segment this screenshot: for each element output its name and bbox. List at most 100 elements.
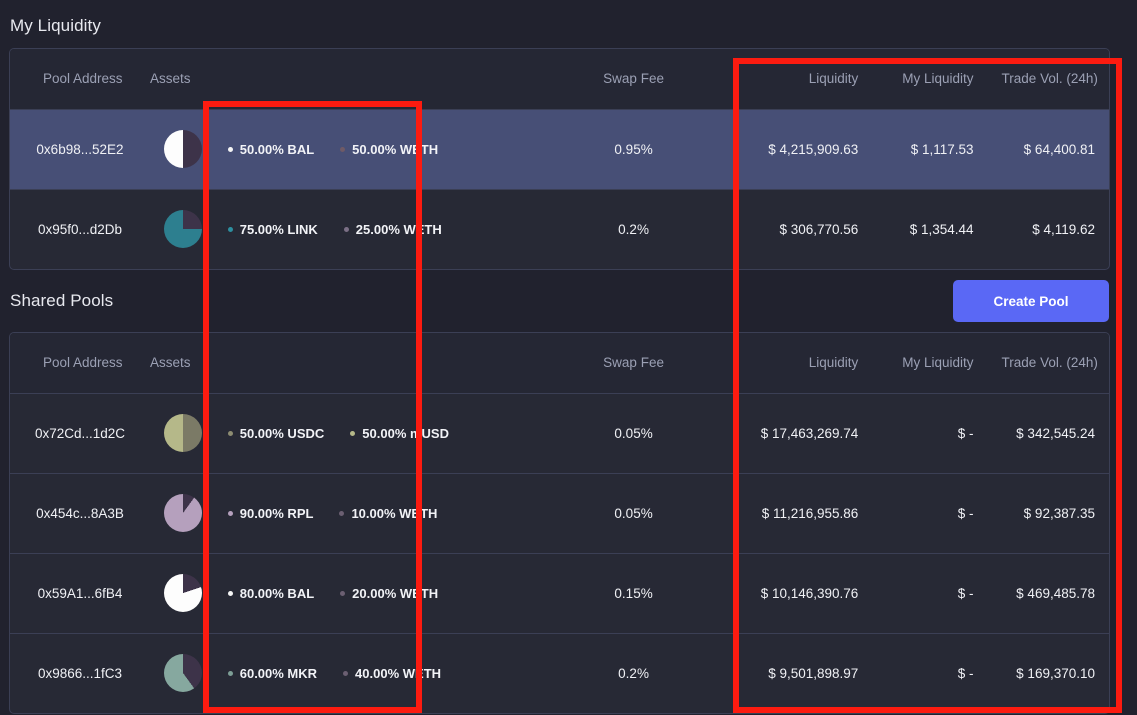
asset-color-dot-icon [228, 511, 233, 516]
asset-color-dot-icon [350, 431, 355, 436]
asset-color-dot-icon [228, 431, 233, 436]
asset-weight-list: 50.00% USDC 50.00% mUSD [228, 426, 523, 441]
cell-assets-pie [150, 109, 214, 189]
cell-liquidity: $ 11,216,955.86 [730, 473, 872, 553]
cell-liquidity: $ 17,463,269.74 [730, 393, 872, 473]
asset-color-dot-icon [228, 147, 233, 152]
create-pool-button[interactable]: Create Pool [953, 280, 1109, 322]
table-header-row: Pool Address Assets Swap Fee Liquidity M… [10, 49, 1109, 109]
cell-trade-volume: $ 64,400.81 [988, 109, 1109, 189]
cell-asset-weights: 50.00% USDC 50.00% mUSD [214, 393, 537, 473]
asset-weight-list: 75.00% LINK 25.00% WETH [228, 222, 523, 237]
shared-pools-title: Shared Pools [0, 291, 113, 311]
pie-chart-icon [164, 414, 202, 452]
cell-my-liquidity: $ - [872, 633, 987, 713]
column-header-weights [214, 333, 537, 393]
cell-pool-address[interactable]: 0x454c...8A3B [10, 473, 150, 553]
column-header-swap-fee[interactable]: Swap Fee [537, 333, 730, 393]
cell-swap-fee: 0.05% [537, 473, 730, 553]
table-row[interactable]: 0x454c...8A3B90.00% RPL10.00% WETH0.05%$… [10, 473, 1109, 553]
cell-swap-fee: 0.95% [537, 109, 730, 189]
asset-weight-item: 50.00% USDC [228, 426, 325, 441]
cell-trade-volume: $ 469,485.78 [988, 553, 1109, 633]
cell-pool-address[interactable]: 0x59A1...6fB4 [10, 553, 150, 633]
column-header-my-liquidity[interactable]: My Liquidity [872, 333, 987, 393]
cell-swap-fee: 0.2% [537, 189, 730, 269]
column-header-liquidity[interactable]: Liquidity [730, 49, 872, 109]
asset-weight-list: 90.00% RPL 10.00% WETH [228, 506, 523, 521]
cell-liquidity: $ 9,501,898.97 [730, 633, 872, 713]
shared-pools-table-body: 0x72Cd...1d2C 50.00% USDC 50.00% mUSD 0.05%… [10, 393, 1109, 713]
column-header-pool-address[interactable]: Pool Address [10, 49, 150, 109]
asset-weight-label: 50.00% BAL [240, 142, 314, 157]
my-liquidity-table: Pool Address Assets Swap Fee Liquidity M… [10, 49, 1109, 269]
asset-color-dot-icon [340, 147, 345, 152]
cell-assets-pie [150, 393, 214, 473]
cell-pool-address[interactable]: 0x72Cd...1d2C [10, 393, 150, 473]
cell-pool-address[interactable]: 0x9866...1fC3 [10, 633, 150, 713]
asset-weight-list: 50.00% BAL 50.00% WETH [228, 142, 523, 157]
asset-weight-label: 50.00% WETH [352, 142, 438, 157]
cell-asset-weights: 90.00% RPL 10.00% WETH [214, 473, 537, 553]
asset-weight-label: 40.00% WETH [355, 666, 441, 681]
table-row[interactable]: 0x95f0...d2Db75.00% LINK25.00% WETH0.2%$… [10, 189, 1109, 269]
pie-chart-icon [164, 654, 202, 692]
asset-weight-item: 25.00% WETH [344, 222, 442, 237]
asset-color-dot-icon [228, 671, 233, 676]
pie-chart-icon [164, 574, 202, 612]
column-header-liquidity[interactable]: Liquidity [730, 333, 872, 393]
cell-my-liquidity: $ - [872, 553, 987, 633]
column-header-my-liquidity[interactable]: My Liquidity [872, 49, 987, 109]
asset-weight-item: 50.00% BAL [228, 142, 314, 157]
cell-trade-volume: $ 4,119.62 [988, 189, 1109, 269]
cell-assets-pie [150, 189, 214, 269]
cell-pool-address[interactable]: 0x6b98...52E2 [10, 109, 150, 189]
cell-assets-pie [150, 633, 214, 713]
column-header-swap-fee[interactable]: Swap Fee [537, 49, 730, 109]
asset-weight-label: 80.00% BAL [240, 586, 314, 601]
asset-weight-label: 60.00% MKR [240, 666, 317, 681]
my-liquidity-table-card: Pool Address Assets Swap Fee Liquidity M… [9, 48, 1110, 270]
shared-pools-table-head: Pool Address Assets Swap Fee Liquidity M… [10, 333, 1109, 393]
my-liquidity-table-body: 0x6b98...52E250.00% BAL50.00% WETH0.95%$… [10, 109, 1109, 269]
table-row[interactable]: 0x72Cd...1d2C50.00% USDC50.00% mUSD0.05%… [10, 393, 1109, 473]
cell-my-liquidity: $ 1,117.53 [872, 109, 987, 189]
column-header-assets[interactable]: Assets [150, 49, 214, 109]
my-liquidity-table-head: Pool Address Assets Swap Fee Liquidity M… [10, 49, 1109, 109]
asset-color-dot-icon [344, 227, 349, 232]
asset-weight-label: 20.00% WETH [352, 586, 438, 601]
column-header-weights [214, 49, 537, 109]
asset-weight-item: 20.00% WETH [340, 586, 438, 601]
table-row[interactable]: 0x9866...1fC360.00% MKR40.00% WETH0.2%$ … [10, 633, 1109, 713]
asset-weight-item: 40.00% WETH [343, 666, 441, 681]
cell-liquidity: $ 306,770.56 [730, 189, 872, 269]
asset-weight-list: 60.00% MKR 40.00% WETH [228, 666, 523, 681]
cell-my-liquidity: $ - [872, 473, 987, 553]
asset-color-dot-icon [339, 511, 344, 516]
cell-trade-volume: $ 342,545.24 [988, 393, 1109, 473]
cell-liquidity: $ 10,146,390.76 [730, 553, 872, 633]
asset-weight-label: 10.00% WETH [351, 506, 437, 521]
cell-liquidity: $ 4,215,909.63 [730, 109, 872, 189]
shared-pools-table-card: Pool Address Assets Swap Fee Liquidity M… [9, 332, 1110, 714]
asset-weight-item: 80.00% BAL [228, 586, 314, 601]
table-header-row: Pool Address Assets Swap Fee Liquidity M… [10, 333, 1109, 393]
asset-weight-label: 75.00% LINK [240, 222, 318, 237]
column-header-pool-address[interactable]: Pool Address [10, 333, 150, 393]
asset-weight-item: 75.00% LINK [228, 222, 318, 237]
column-header-assets[interactable]: Assets [150, 333, 214, 393]
asset-weight-label: 25.00% WETH [356, 222, 442, 237]
shared-pools-header-row: Shared Pools Create Pool [0, 270, 1137, 332]
cell-pool-address[interactable]: 0x95f0...d2Db [10, 189, 150, 269]
column-header-trade-volume[interactable]: Trade Vol. (24h) [988, 333, 1109, 393]
pie-chart-icon [164, 494, 202, 532]
asset-weight-item: 50.00% mUSD [350, 426, 449, 441]
asset-weight-item: 90.00% RPL [228, 506, 314, 521]
cell-swap-fee: 0.2% [537, 633, 730, 713]
table-row[interactable]: 0x59A1...6fB480.00% BAL20.00% WETH0.15%$… [10, 553, 1109, 633]
column-header-trade-volume[interactable]: Trade Vol. (24h) [988, 49, 1109, 109]
asset-weight-item: 50.00% WETH [340, 142, 438, 157]
shared-pools-table: Pool Address Assets Swap Fee Liquidity M… [10, 333, 1109, 713]
table-row[interactable]: 0x6b98...52E250.00% BAL50.00% WETH0.95%$… [10, 109, 1109, 189]
cell-asset-weights: 50.00% BAL 50.00% WETH [214, 109, 537, 189]
